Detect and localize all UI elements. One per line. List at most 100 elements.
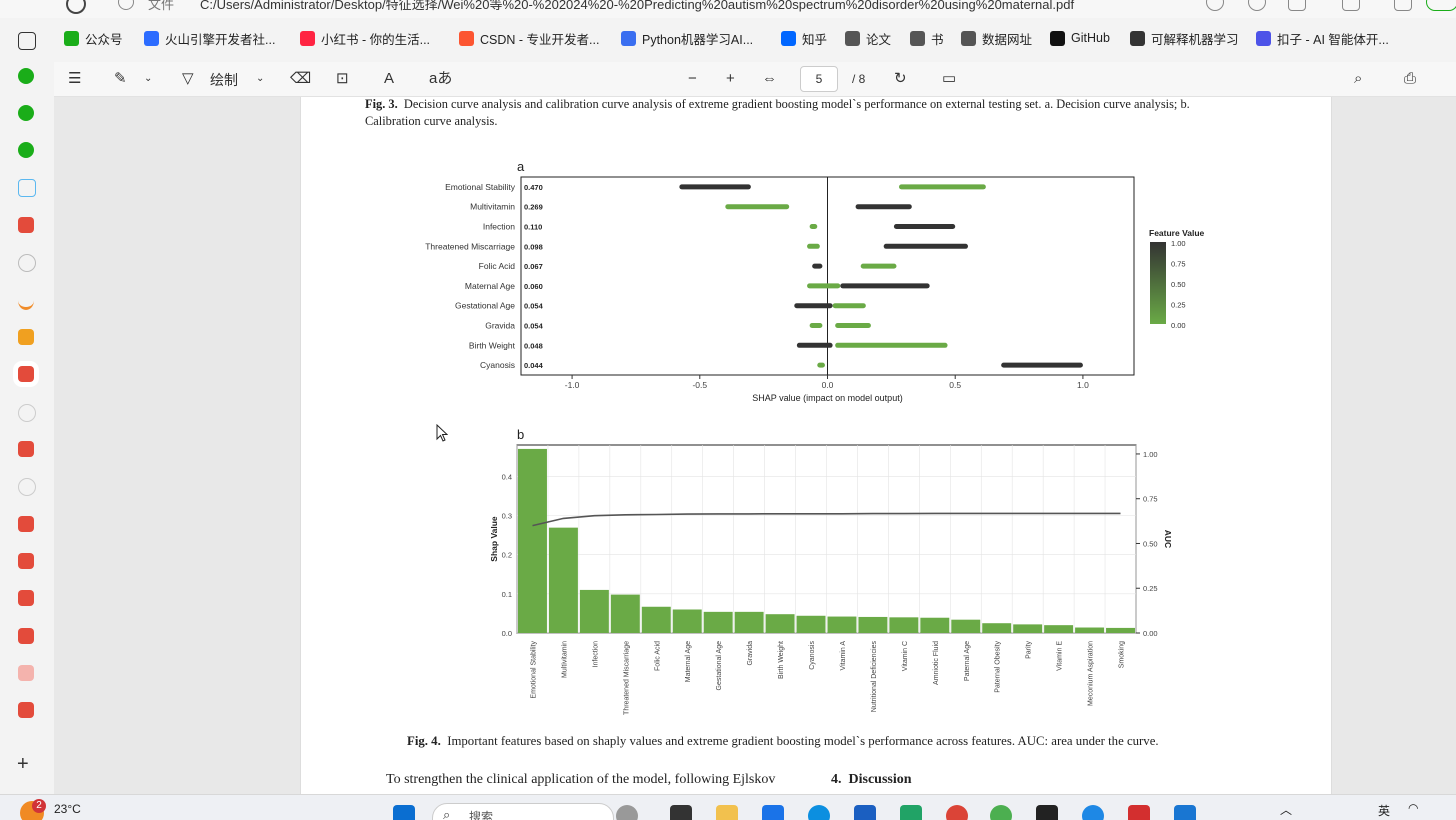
edge-icon[interactable] <box>808 805 830 820</box>
section-number: 4. <box>831 772 842 787</box>
bookmark-item[interactable]: Python机器学习AI... <box>621 26 753 50</box>
pdf-icon[interactable] <box>18 516 34 532</box>
bookmark-item[interactable]: 书 <box>910 26 944 50</box>
info-icon[interactable] <box>118 0 134 10</box>
taskbar-search[interactable]: ⌕ 搜索 <box>432 803 614 820</box>
terminal-icon[interactable] <box>1036 805 1058 820</box>
pdf-icon[interactable] <box>18 217 34 233</box>
app-icon[interactable] <box>990 805 1012 820</box>
print-icon[interactable]: ⎙ <box>1404 70 1416 88</box>
start-icon[interactable] <box>393 805 415 820</box>
wifi-icon[interactable]: ◠ <box>1408 801 1418 815</box>
url-text[interactable]: C:/Users/Administrator/Desktop/特征选择/Wei%… <box>200 0 1074 13</box>
bookmark-icon <box>910 30 925 46</box>
app-icon-active[interactable] <box>1174 805 1196 820</box>
app-icon[interactable] <box>18 68 34 84</box>
chevron-up-icon[interactable]: ︿ <box>1280 801 1292 818</box>
task-view-icon[interactable] <box>670 805 692 820</box>
wechat-icon[interactable] <box>18 142 34 158</box>
contents-icon[interactable]: ☰ <box>68 70 81 88</box>
globe-icon[interactable] <box>18 478 36 496</box>
legend-tick-label: 0.00 <box>1171 321 1186 330</box>
feature-label: Emotional Stability <box>445 182 516 192</box>
shap-point-cluster <box>1001 362 1083 368</box>
bookmark-item[interactable]: 可解释机器学习 <box>1130 26 1239 50</box>
page-number-input[interactable]: 5 <box>800 66 838 92</box>
text-box-icon[interactable]: ⊡ <box>336 70 349 88</box>
y-tick-label: 0.1 <box>502 590 512 599</box>
bookmark-item[interactable]: 知乎 <box>781 26 827 50</box>
address-bar[interactable]: 文件 C:/Users/Administrator/Desktop/特征选择/W… <box>0 0 1456 18</box>
bookmark-label: Python机器学习AI... <box>642 32 754 47</box>
share-icon[interactable] <box>1248 0 1266 11</box>
profile-icon[interactable] <box>1426 0 1456 11</box>
app-icon[interactable] <box>616 805 638 820</box>
chevron-down-icon[interactable]: ⌄ <box>144 70 152 88</box>
bookmark-item[interactable]: 火山引擎开发者社... <box>144 26 275 50</box>
chrome-icon[interactable] <box>946 805 968 820</box>
shap-point-cluster <box>893 224 956 229</box>
bookmark-item[interactable]: 小红书 - 你的生活... <box>300 26 430 50</box>
page-view-icon[interactable]: ▭ <box>942 70 956 88</box>
legend-tick-label: 1.00 <box>1171 239 1186 248</box>
bookmark-item[interactable]: GitHub <box>1050 26 1110 50</box>
pdf-icon[interactable] <box>18 441 34 457</box>
bookmark-label: 公众号 <box>85 32 123 47</box>
draw-label[interactable]: 绘制 <box>210 70 238 90</box>
app-icon[interactable] <box>900 805 922 820</box>
ime-indicator[interactable]: 英 <box>1378 802 1390 819</box>
tabs-icon[interactable] <box>18 32 36 50</box>
x-tick-label: Emotional Stability <box>530 641 537 699</box>
bilibili-icon[interactable] <box>18 179 36 197</box>
pdf-icon-active[interactable] <box>18 366 34 382</box>
pdf-icon[interactable] <box>18 590 34 606</box>
bookmark-label: 火山引擎开发者社... <box>165 32 276 47</box>
bar <box>889 617 919 633</box>
bar <box>548 527 578 633</box>
pdf-icon[interactable] <box>18 665 34 681</box>
reload-icon[interactable] <box>66 0 86 14</box>
bookmark-item[interactable]: 数据网址 <box>961 26 1032 50</box>
pdf-icon[interactable] <box>18 628 34 644</box>
globe-icon[interactable] <box>18 404 36 422</box>
app-icon[interactable] <box>18 105 34 121</box>
bookmark-item[interactable]: 公众号 <box>64 26 123 50</box>
favorites-icon[interactable] <box>1394 0 1412 11</box>
y2-tick-label: 0.00 <box>1143 629 1158 638</box>
zoom-out-icon[interactable]: − <box>688 70 697 88</box>
x-tick-label: Maternal Age <box>685 641 692 682</box>
app-icon[interactable] <box>854 805 876 820</box>
app-icon[interactable] <box>1082 805 1104 820</box>
zoom-icon[interactable] <box>1206 0 1224 11</box>
highlight-icon[interactable]: ✎ <box>114 70 127 88</box>
eraser-icon[interactable]: ⌫ <box>290 70 311 88</box>
globe-icon[interactable] <box>18 254 36 272</box>
add-icon[interactable]: + <box>17 754 29 774</box>
app-icon[interactable] <box>18 291 34 310</box>
bookmark-label: 可解释机器学习 <box>1151 32 1239 47</box>
feature-label: Gravida <box>485 321 515 331</box>
app-icon[interactable] <box>1128 805 1150 820</box>
file-explorer-icon[interactable] <box>716 805 738 820</box>
star-icon[interactable] <box>1288 0 1306 11</box>
translate-icon[interactable]: aあ <box>429 70 452 88</box>
zoom-in-icon[interactable]: + <box>726 70 735 88</box>
bookmark-icon <box>961 30 976 46</box>
app-icon[interactable] <box>18 329 34 345</box>
store-icon[interactable] <box>762 805 784 820</box>
extensions-icon[interactable] <box>1342 0 1360 11</box>
search-icon[interactable]: ⌕ <box>1354 70 1362 88</box>
bookmark-item[interactable]: 论文 <box>845 26 891 50</box>
chevron-down-icon[interactable]: ⌄ <box>256 70 264 88</box>
fit-width-icon[interactable]: ⇔ <box>762 70 777 88</box>
pdf-icon[interactable] <box>18 702 34 718</box>
y2-axis-title: AUC <box>1163 530 1173 548</box>
bookmark-item[interactable]: 扣子 - AI 智能体开... <box>1256 26 1389 50</box>
read-aloud-icon[interactable]: A <box>384 70 394 88</box>
bookmark-item[interactable]: CSDN - 专业开发者... <box>459 26 599 50</box>
draw-icon[interactable]: ▽ <box>182 70 194 88</box>
rotate-icon[interactable]: ↻ <box>894 70 907 88</box>
panel-label: a <box>517 159 525 174</box>
pdf-icon[interactable] <box>18 553 34 569</box>
x-tick-label: 0.0 <box>822 380 834 390</box>
